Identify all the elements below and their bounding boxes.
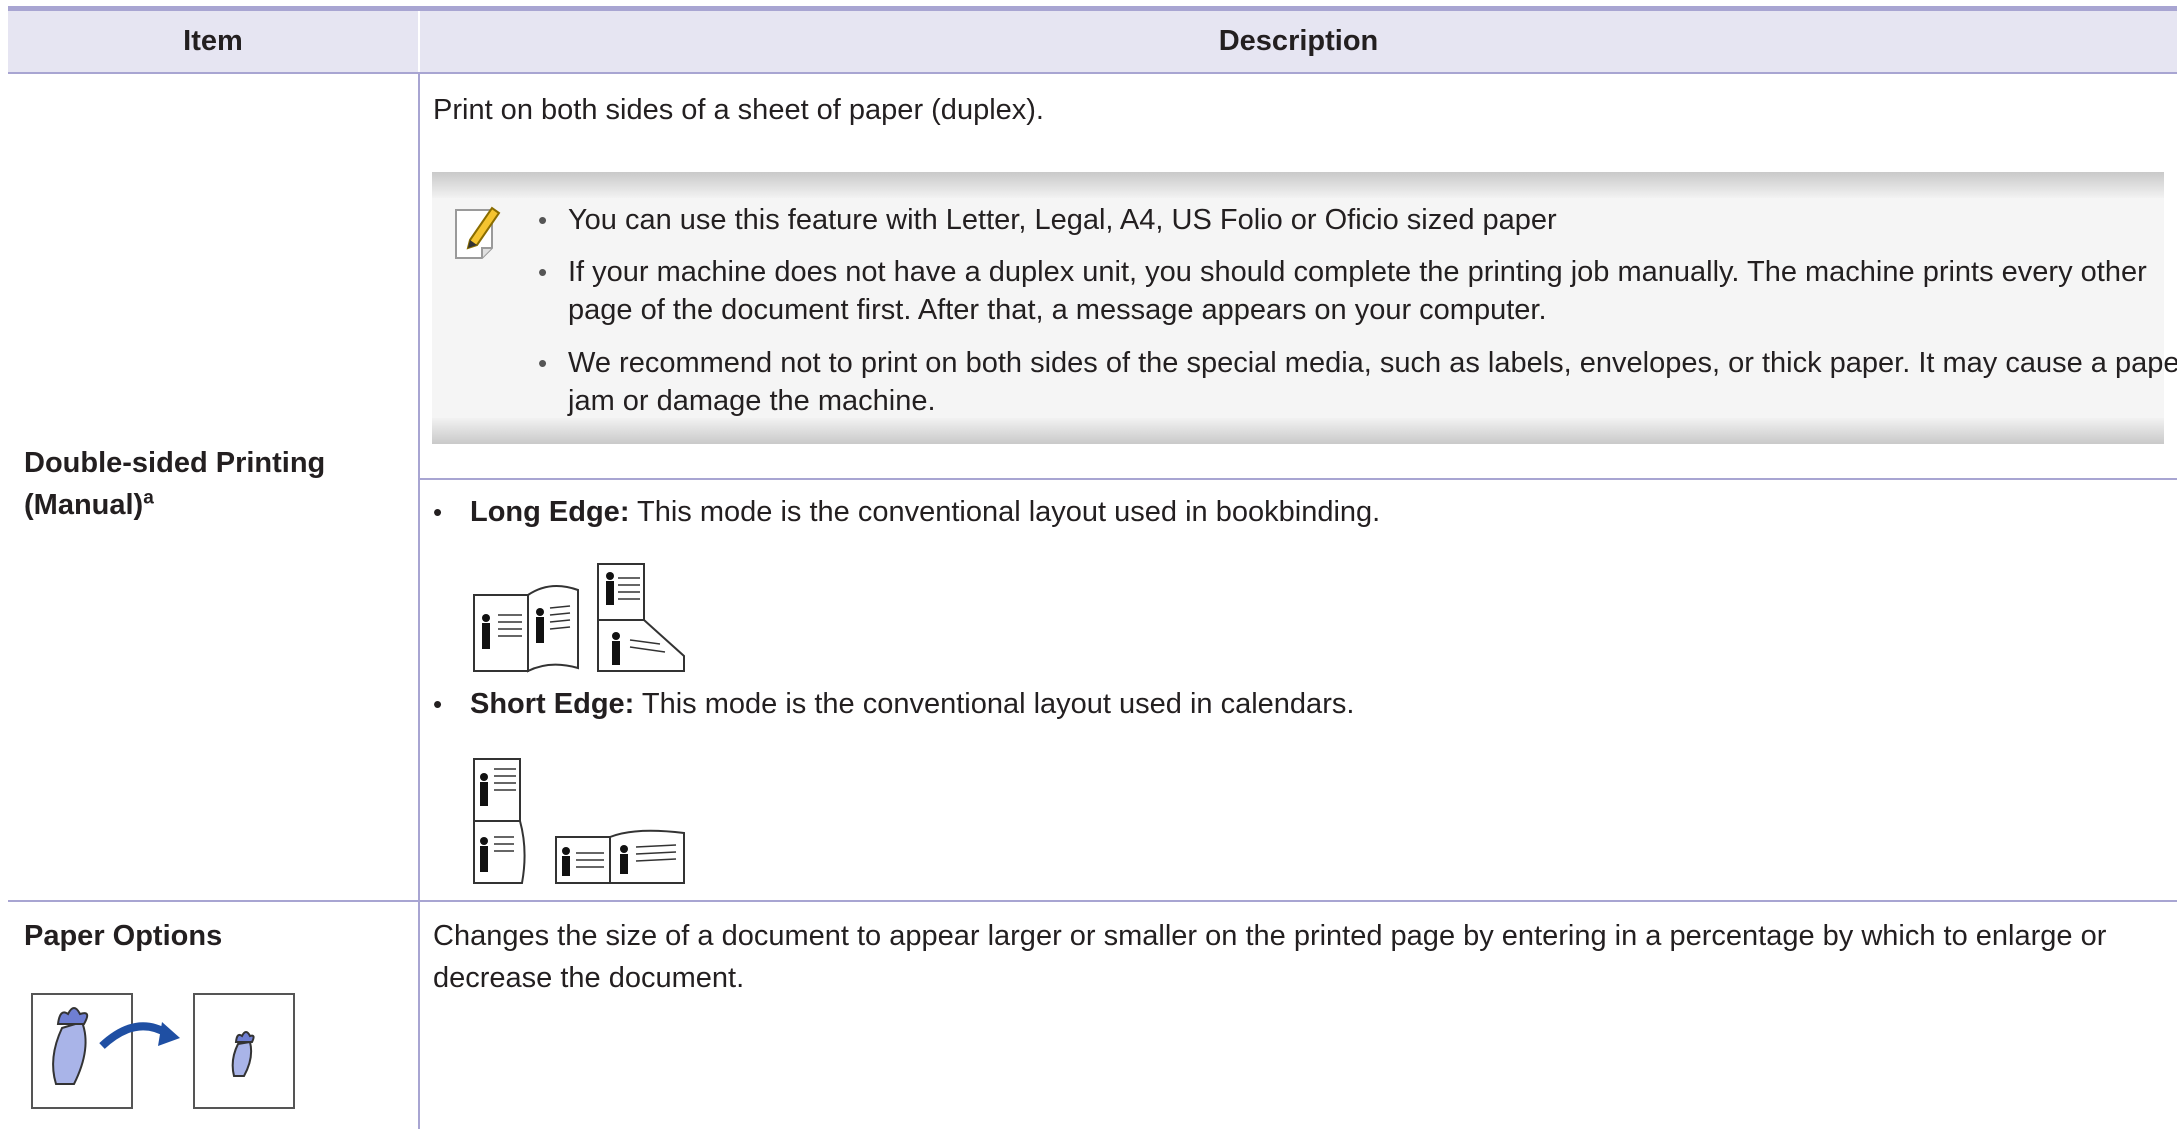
- bullet: •: [433, 689, 443, 719]
- note-item-3: We recommend not to print on both sides …: [568, 347, 2177, 379]
- long-edge-item: Long Edge: This mode is the conventional…: [470, 491, 1380, 533]
- long-edge-layout-icon: [473, 563, 685, 673]
- short-edge-layout-icon: [473, 758, 685, 884]
- description-sub-divider: [420, 478, 2177, 480]
- note-bullet: •: [538, 205, 548, 235]
- note-item-2-cont: page of the document first. After that, …: [568, 294, 1547, 326]
- note-item-2: If your machine does not have a duplex u…: [568, 256, 2147, 288]
- item-double-sided-manual: (Manual)a: [24, 484, 154, 526]
- short-edge-text: This mode is the conventional layout use…: [634, 688, 1355, 720]
- paper-options-desc-line-1: Changes the size of a document to appear…: [433, 920, 2107, 952]
- header-item-label: Item: [183, 25, 243, 57]
- item-double-sided-printing: Double-sided Printing: [24, 447, 326, 479]
- duplex-intro: Print on both sides of a sheet of paper …: [433, 94, 1044, 126]
- header-description-label: Description: [1218, 25, 1379, 57]
- short-edge-item: Short Edge: This mode is the conventiona…: [470, 683, 1354, 725]
- note-item-1: You can use this feature with Letter, Le…: [568, 204, 1557, 236]
- note-bullet: •: [538, 257, 548, 287]
- header-description-cell: Description: [420, 11, 2177, 72]
- paper-options-desc-line-2: decrease the document.: [433, 962, 745, 994]
- note-pencil-icon: [455, 206, 501, 259]
- header-divider: [8, 72, 2177, 74]
- row-divider: [8, 900, 2177, 902]
- item-paper-options: Paper Options: [24, 920, 223, 952]
- footnote-marker: a: [143, 487, 154, 509]
- item-manual-label: (Manual): [24, 489, 144, 521]
- column-divider: [418, 72, 420, 1129]
- header-item-cell: Item: [8, 11, 418, 72]
- note-bullet: •: [538, 348, 548, 378]
- note-top-bar: [432, 172, 2164, 198]
- short-edge-term: Short Edge:: [470, 688, 635, 720]
- note-item-3-cont: jam or damage the machine.: [568, 385, 936, 417]
- reduce-enlarge-icon: [31, 993, 295, 1109]
- long-edge-term: Long Edge:: [470, 496, 630, 528]
- long-edge-text: This mode is the conventional layout use…: [629, 496, 1381, 528]
- bullet: •: [433, 497, 443, 527]
